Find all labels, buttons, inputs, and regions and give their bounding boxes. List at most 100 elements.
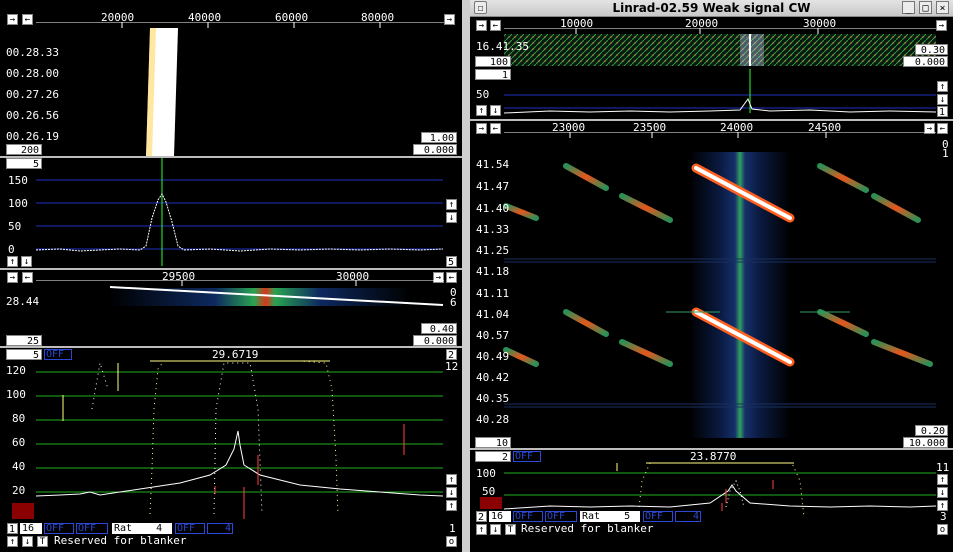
scroll-right-button[interactable]: → — [476, 20, 487, 31]
o-button[interactable]: o — [937, 524, 948, 535]
blanker-text: Reserved for blanker — [521, 522, 654, 535]
off-toggle[interactable]: OFF — [44, 523, 74, 534]
bottom-num-field[interactable]: 2 — [476, 511, 487, 523]
scroll-right-button[interactable]: → — [936, 20, 947, 31]
rat-value: 5 — [624, 511, 631, 522]
arrow-up-button[interactable]: ↑ — [937, 81, 948, 92]
hires-zero-field[interactable]: 0.000 — [413, 335, 457, 347]
off-toggle[interactable]: OFF — [76, 523, 108, 534]
arrow-up-button[interactable]: ↑ — [937, 474, 948, 485]
waterfall-time: 41.47 — [476, 180, 510, 193]
bottom-num-field[interactable]: 1 — [7, 523, 18, 535]
waterfall-time: 28.44 — [6, 295, 40, 308]
wide-spectrum — [35, 158, 444, 266]
rat-label[interactable]: Rat 5 — [580, 511, 640, 522]
scroll-right-button[interactable]: → — [7, 272, 18, 283]
spectrum-corner-field[interactable]: 5 — [446, 256, 457, 268]
arrow-down-button[interactable]: ↓ — [490, 105, 501, 116]
scroll-left-button[interactable]: ← — [22, 14, 33, 25]
off-toggle[interactable]: OFF — [513, 511, 543, 522]
wide-waterfall — [504, 34, 936, 66]
rat-label[interactable]: Rat 4 — [112, 523, 172, 534]
spectrum-level: 50 — [476, 88, 490, 101]
scroll-left-button[interactable]: ← — [446, 272, 457, 283]
spectrum-corner-field[interactable]: 1 — [937, 106, 948, 118]
waterfall-time: 41.25 — [476, 244, 510, 257]
scroll-left-button[interactable]: ← — [22, 272, 33, 283]
rat-label-text: Rat — [582, 511, 601, 522]
scroll-right-button[interactable]: → — [7, 14, 18, 25]
baseband-level: 40 — [12, 460, 26, 473]
spectrum-level: 0 — [8, 243, 15, 256]
window-titlebar[interactable]: ☐ Linrad-02.59 Weak signal CW _ □ × — [470, 0, 953, 17]
panel-separator — [0, 268, 462, 270]
t-button[interactable]: T — [37, 536, 48, 547]
off-toggle[interactable]: OFF — [643, 511, 673, 522]
t-button[interactable]: T — [505, 524, 516, 535]
waterfall-time: 40.57 — [476, 329, 510, 342]
rat-label-text: Rat — [114, 523, 133, 534]
arrow-up-button[interactable]: ↑ — [7, 536, 18, 547]
scroll-left-button[interactable]: ← — [490, 20, 501, 31]
arrow-up-button[interactable]: ↑ — [476, 524, 487, 535]
scroll-right-button[interactable]: → — [444, 14, 455, 25]
hires-right-label: 1 — [942, 147, 949, 160]
spectrum-level: 150 — [8, 174, 28, 187]
hires-avg-field[interactable]: 25 — [6, 335, 42, 347]
close-button[interactable]: × — [936, 1, 949, 14]
baseband-level: 100 — [476, 467, 496, 480]
baseband-level: 100 — [6, 388, 26, 401]
minimize-button[interactable]: _ — [902, 1, 915, 14]
arrow-down-button[interactable]: ↓ — [490, 524, 501, 535]
bottom-right-label: 1 — [449, 522, 456, 535]
o-button[interactable]: o — [446, 536, 457, 547]
baseband-level: 80 — [12, 412, 26, 425]
arrow-down-button[interactable]: ↓ — [21, 256, 32, 267]
scroll-left-button[interactable]: ← — [937, 123, 948, 134]
hires-right-label: 6 — [450, 296, 457, 309]
spectrum-level: 50 — [8, 220, 22, 233]
right-window: → ← → 10000 20000 30000 16.41.35 0.30 10… — [470, 17, 953, 552]
bottom-16-field[interactable]: 16 — [489, 511, 511, 522]
arrow-down-button[interactable]: ↓ — [22, 536, 33, 547]
waterfall-time: 40.42 — [476, 371, 510, 384]
arrow-down-button[interactable]: ↓ — [446, 487, 457, 498]
scroll-left-button[interactable]: ← — [490, 123, 501, 134]
arrow-down-button[interactable]: ↓ — [937, 94, 948, 105]
waterfall-time: 41.40 — [476, 202, 510, 215]
waterfall-time: 00.28.00 — [6, 67, 59, 80]
arrow-down-button[interactable]: ↓ — [937, 487, 948, 498]
hires-waterfall — [109, 286, 444, 306]
arrow-up-button[interactable]: ↑ — [7, 256, 18, 267]
waterfall-gain-field[interactable]: 0.30 — [915, 44, 948, 56]
arrow-up-button[interactable]: ↑ — [446, 199, 457, 210]
waterfall-avg-field[interactable]: 100 — [475, 56, 511, 68]
off-toggle-value[interactable]: 4 — [675, 511, 701, 522]
hires-zero-field[interactable]: 10.000 — [903, 437, 948, 449]
arrow-down-button[interactable]: ↓ — [446, 212, 457, 223]
waterfall-zero-field[interactable]: 0.000 — [413, 144, 457, 156]
off-toggle-value[interactable]: 4 — [207, 523, 233, 534]
waterfall-time: 41.11 — [476, 287, 510, 300]
wide-waterfall — [60, 28, 443, 156]
waterfall-gain-field[interactable]: 1.00 — [421, 132, 457, 144]
hires-gain-field[interactable]: 0.20 — [915, 425, 948, 437]
scroll-right-button[interactable]: → — [476, 123, 487, 134]
arrow-up-button[interactable]: ↑ — [476, 105, 487, 116]
waterfall-time: 41.18 — [476, 265, 510, 278]
off-toggle[interactable]: OFF — [175, 523, 205, 534]
hires-avg-field[interactable]: 10 — [475, 437, 511, 449]
baseband-level: 120 — [6, 364, 26, 377]
baseband-level: 60 — [12, 436, 26, 449]
maximize-button[interactable]: □ — [919, 1, 932, 14]
off-toggle[interactable]: OFF — [545, 511, 577, 522]
arrow-up-button[interactable]: ↑ — [446, 474, 457, 485]
waterfall-zero-field[interactable]: 0.000 — [903, 56, 948, 68]
hires-waterfall — [503, 152, 936, 438]
waterfall-avg-field[interactable]: 200 — [6, 144, 42, 156]
waterfall-time: 00.28.33 — [6, 46, 59, 59]
baseband-level: 50 — [482, 485, 496, 498]
arrow-up-button[interactable]: ↑ — [446, 500, 457, 511]
bottom-16-field[interactable]: 16 — [20, 523, 42, 534]
hires-gain-field[interactable]: 0.40 — [421, 323, 457, 335]
